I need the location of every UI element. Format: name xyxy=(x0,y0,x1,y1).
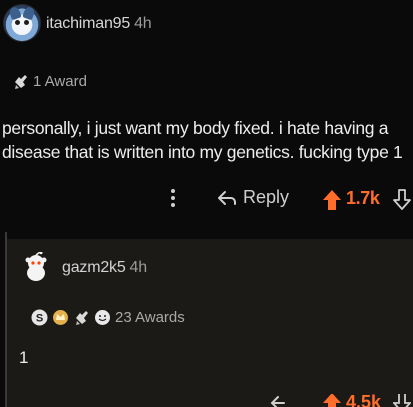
downvote-arrow-icon[interactable] xyxy=(393,394,411,407)
comment-itachiman95: itachiman95 4h 1 Award personally, i just… xyxy=(0,0,413,228)
avatar[interactable] xyxy=(23,252,49,282)
comment-actions: Reply 1.7k xyxy=(0,186,413,214)
score: 1.7k xyxy=(346,188,380,208)
upvote-arrow-icon[interactable] xyxy=(322,189,342,211)
comment-author[interactable]: itachiman95 4h xyxy=(46,15,152,33)
upvote-arrow-icon[interactable] xyxy=(322,394,342,407)
award-icon xyxy=(12,73,29,90)
award-row[interactable]: S 23 Awards xyxy=(31,309,185,326)
reply-label: Reply xyxy=(243,187,290,207)
comment-actions: 4.5k xyxy=(0,394,413,407)
username[interactable]: itachiman95 xyxy=(46,15,130,32)
gold-award-icon xyxy=(53,310,68,325)
svg-text:S: S xyxy=(36,313,43,325)
reply-button[interactable]: Reply xyxy=(217,187,289,208)
silver-award-icon: S xyxy=(31,309,48,326)
reply-arrow-icon[interactable] xyxy=(270,394,290,407)
score: 4.5k xyxy=(346,394,382,407)
timestamp: 4h xyxy=(129,259,148,276)
award-count: 23 Awards xyxy=(115,309,185,326)
comment-body: personally, i just want my body fixed. i… xyxy=(2,118,403,162)
timestamp: 4h xyxy=(134,15,152,32)
avatar[interactable] xyxy=(3,4,41,42)
username[interactable]: gazm2k5 xyxy=(62,259,126,276)
wholesome-award-icon xyxy=(95,310,110,325)
comment-body: 1 xyxy=(19,348,29,367)
award-row[interactable]: 1 Award xyxy=(12,73,87,90)
comment-author[interactable]: gazm2k5 4h xyxy=(62,259,147,277)
downvote-arrow-icon[interactable] xyxy=(393,189,411,211)
award-icon xyxy=(76,311,88,325)
award-count: 1 Award xyxy=(33,73,87,90)
more-dots-icon[interactable] xyxy=(170,187,176,211)
reply-arrow-icon xyxy=(218,190,236,205)
